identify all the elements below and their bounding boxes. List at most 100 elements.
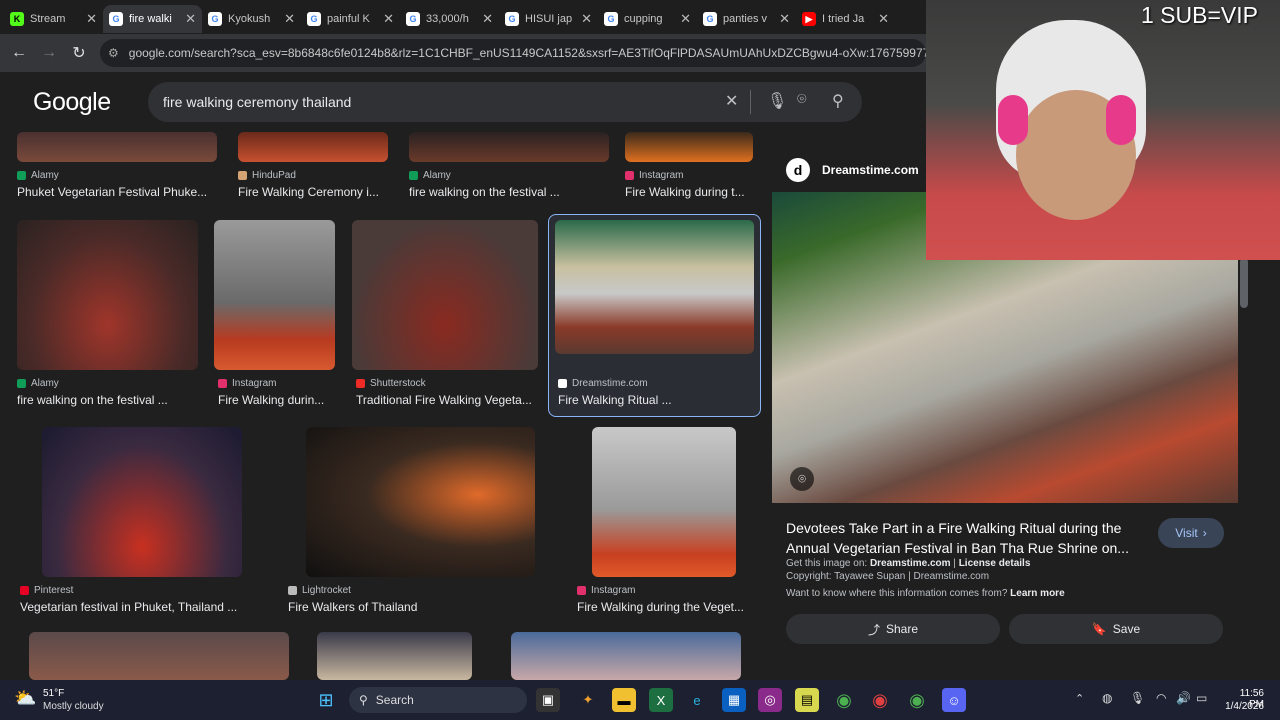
tab-label: Kyokush: [228, 13, 271, 25]
search-icon[interactable]: ⚲: [832, 91, 844, 111]
result-title[interactable]: Traditional Fire Walking Vegeta...: [356, 393, 536, 407]
result-image[interactable]: [592, 427, 736, 577]
reload-icon[interactable]: ↻: [64, 43, 94, 63]
weather-icon[interactable]: ⛅: [14, 688, 36, 709]
close-icon[interactable]: ✕: [779, 11, 790, 27]
close-icon[interactable]: ✕: [383, 11, 394, 27]
result-image[interactable]: [42, 427, 242, 577]
result-title[interactable]: Fire Walking during t...: [625, 185, 750, 199]
result-image[interactable]: [306, 427, 535, 577]
copilot-icon[interactable]: ✦: [576, 688, 600, 712]
preview-title[interactable]: Devotees Take Part in a Fire Walking Rit…: [786, 518, 1146, 558]
store-icon[interactable]: ▦: [722, 688, 746, 712]
notepad-icon[interactable]: ▤: [795, 688, 819, 712]
taskbar-search[interactable]: ⚲ Search: [349, 687, 527, 713]
google-logo[interactable]: Google: [33, 88, 111, 117]
result-title[interactable]: fire walking on the festival ...: [17, 393, 198, 407]
close-icon[interactable]: ✕: [680, 11, 691, 27]
chrome-profile-icon[interactable]: ◉: [905, 688, 929, 712]
learn-more-link[interactable]: Learn more: [1010, 588, 1064, 599]
edge-icon[interactable]: e: [685, 688, 709, 712]
close-icon[interactable]: ✕: [878, 11, 889, 27]
wifi-icon[interactable]: ◠: [1156, 691, 1166, 705]
preview-source[interactable]: d Dreamstime.com: [786, 158, 919, 182]
site-info-icon[interactable]: ⚙: [108, 46, 119, 60]
result-image[interactable]: [29, 632, 289, 680]
lens-icon[interactable]: ⌾: [797, 91, 807, 109]
mic-icon[interactable]: 🎙: [767, 91, 787, 111]
tab-label: fire walki: [129, 13, 172, 25]
forward-icon[interactable]: →: [34, 44, 64, 62]
close-icon[interactable]: ✕: [284, 11, 295, 27]
result-source: Alamy: [17, 170, 59, 181]
tab-painful[interactable]: Gpainful K ✕: [301, 5, 400, 33]
battery-icon[interactable]: ▭: [1196, 691, 1207, 705]
result-image[interactable]: [17, 132, 217, 162]
result-image[interactable]: [511, 632, 741, 680]
google-header: Google fire walking ceremony thailand ✕ …: [0, 72, 926, 132]
shutterstock-icon: [356, 379, 365, 388]
close-icon[interactable]: ✕: [185, 11, 196, 27]
result-title[interactable]: Vegetarian festival in Phuket, Thailand …: [20, 600, 260, 614]
tray-icon[interactable]: ◍: [1102, 691, 1112, 705]
weather-temp[interactable]: 51°F: [43, 688, 64, 699]
tab-hisui[interactable]: G HISUI jap ✕: [499, 5, 598, 33]
chevron-up-icon[interactable]: ⌃: [1075, 692, 1084, 705]
tab-stream[interactable]: K Stream ✕: [4, 5, 103, 33]
tab-panties[interactable]: Gpanties v ✕: [697, 5, 796, 33]
google-icon: G: [505, 12, 519, 26]
share-button[interactable]: ⤴ Share: [786, 614, 1000, 644]
result-image[interactable]: [317, 632, 472, 680]
result-image[interactable]: [17, 220, 198, 370]
lens-icon[interactable]: ⌾: [790, 467, 814, 491]
chrome-icon[interactable]: ◉: [832, 688, 856, 712]
weather-desc[interactable]: Mostly cloudy: [43, 701, 104, 712]
close-icon[interactable]: ✕: [581, 11, 592, 27]
tab-youtube[interactable]: ▶ I tried Ja ✕: [796, 5, 895, 33]
excel-icon[interactable]: X: [649, 688, 673, 712]
tab-fire-walking[interactable]: Gfire walki ✕: [103, 5, 202, 33]
windows-start-icon[interactable]: ⊞: [314, 688, 338, 712]
result-title[interactable]: Fire Walking durin...: [218, 393, 338, 407]
get-image-link[interactable]: Dreamstime.com: [870, 558, 951, 569]
scrollbar[interactable]: [1240, 258, 1248, 308]
mic-icon[interactable]: 🎙: [1130, 691, 1145, 705]
result-title[interactable]: Fire Walking Ceremony i...: [238, 185, 388, 199]
tab-kyokushin[interactable]: G Kyokush ✕: [202, 5, 301, 33]
app-icon[interactable]: ◎: [758, 688, 782, 712]
result-image[interactable]: [409, 132, 609, 162]
result-image[interactable]: [352, 220, 538, 370]
result-image[interactable]: [555, 220, 754, 354]
close-icon[interactable]: ✕: [482, 11, 493, 27]
back-icon[interactable]: ←: [4, 44, 34, 62]
tab-cupping[interactable]: Gcupping ✕: [598, 5, 697, 33]
result-source: Instagram: [218, 378, 276, 389]
license-link[interactable]: License details: [959, 558, 1031, 569]
result-image[interactable]: [214, 220, 335, 370]
clear-icon[interactable]: ✕: [725, 91, 738, 111]
result-title[interactable]: Fire Walking Ritual ...: [558, 393, 748, 407]
result-title[interactable]: fire walking on the festival ...: [409, 185, 609, 199]
result-image[interactable]: [625, 132, 753, 162]
search-input[interactable]: fire walking ceremony thailand: [163, 94, 351, 110]
search-box[interactable]: fire walking ceremony thailand ✕ 🎙 ⌾ ⚲: [148, 82, 862, 122]
volume-icon[interactable]: 🔊: [1176, 691, 1191, 705]
task-view-icon[interactable]: ▣: [536, 688, 560, 712]
result-title[interactable]: Phuket Vegetarian Festival Phuke...: [17, 185, 217, 199]
result-image[interactable]: [238, 132, 388, 162]
save-button[interactable]: 🔖 Save: [1009, 614, 1223, 644]
result-title[interactable]: Fire Walkers of Thailand: [288, 600, 528, 614]
chrome-profile-icon[interactable]: ◉: [868, 688, 892, 712]
address-bar[interactable]: ⚙ google.com/search?sca_esv=8b6848c6fe012…: [100, 39, 926, 67]
google-icon: G: [604, 12, 618, 26]
discord-icon[interactable]: ☺: [942, 688, 966, 712]
tab-33000[interactable]: G 33,000/h ✕: [400, 5, 499, 33]
visit-button[interactable]: Visit ›: [1158, 518, 1224, 548]
google-icon: G: [307, 12, 321, 26]
clock-date[interactable]: 1/4/2026: [1222, 701, 1264, 712]
url-text: google.com/search?sca_esv=8b6848c6fe0124…: [128, 46, 926, 60]
result-title[interactable]: Fire Walking during the Veget...: [577, 600, 752, 614]
close-icon[interactable]: ✕: [86, 11, 97, 27]
chevron-right-icon: ›: [1202, 526, 1207, 540]
file-explorer-icon[interactable]: ▬: [612, 688, 636, 712]
